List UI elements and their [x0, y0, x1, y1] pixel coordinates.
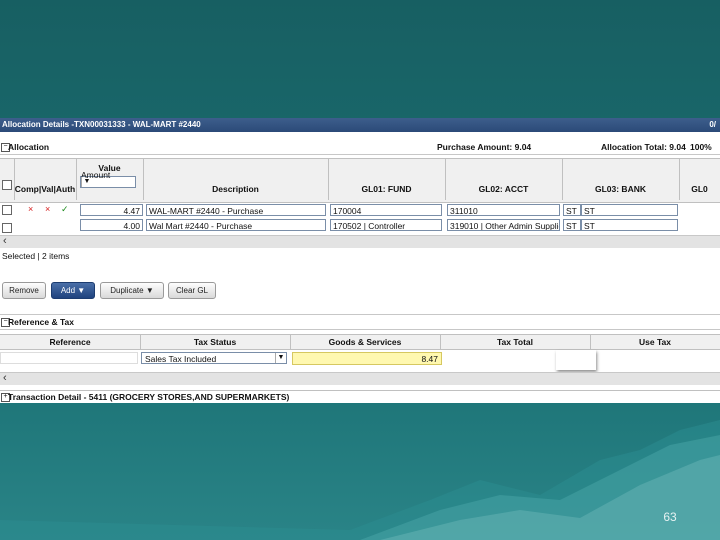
- row-checkbox[interactable]: [2, 223, 12, 233]
- horizontal-scrollbar[interactable]: ‹: [0, 372, 720, 385]
- tax-row[interactable]: Sales Tax Included ▼ 8.47: [0, 350, 720, 368]
- dropdown-popup: [556, 350, 596, 370]
- comp-status-icon: ×: [28, 204, 34, 214]
- row-checkbox[interactable]: [2, 205, 12, 215]
- description-input[interactable]: WAL-MART #2440 - Purchase: [146, 204, 326, 216]
- selection-status: Selected | 2 items: [0, 249, 720, 263]
- value-input[interactable]: 4.00: [80, 219, 143, 231]
- reference-header: Reference: [0, 335, 141, 349]
- window-corner-text: 0/: [709, 120, 716, 129]
- remove-button[interactable]: Remove: [2, 282, 46, 299]
- allocation-percent: 100%: [690, 142, 712, 152]
- description-input[interactable]: Wal Mart #2440 - Purchase: [146, 219, 326, 231]
- allocation-total: Allocation Total: 9.04: [601, 142, 686, 152]
- gl01-input[interactable]: 170502 | Controller: [330, 219, 442, 231]
- allocation-details-window: Allocation Details -TXN00031333 - WAL-MA…: [0, 118, 720, 403]
- add-button[interactable]: Add ▼: [51, 282, 95, 299]
- mountain-graphic: [0, 420, 720, 540]
- gl03-desc-input[interactable]: ST: [581, 204, 678, 216]
- allocation-row[interactable]: × × ✓ 4.47 WAL-MART #2440 - Purchase 170…: [0, 201, 720, 219]
- allocation-grid-header: Comp|Val|Auth Value Amount ▼ Description…: [0, 158, 720, 203]
- gl03-input[interactable]: ST: [563, 204, 581, 216]
- clear-gl-button[interactable]: Clear GL: [168, 282, 216, 299]
- goods-services-header: Goods & Services: [290, 335, 441, 349]
- gl02-input[interactable]: 311010: [447, 204, 560, 216]
- auth-status-icon: ✓: [61, 204, 69, 214]
- gl02-input[interactable]: 319010 | Other Admin Supplies: [447, 219, 560, 231]
- tax-status-select[interactable]: Sales Tax Included ▼: [141, 352, 287, 364]
- gl03-input[interactable]: ST: [563, 219, 581, 231]
- gl01-header: GL01: FUND: [361, 184, 412, 194]
- allocation-section-title: Allocation: [8, 142, 50, 152]
- chevron-down-icon: ▼: [275, 353, 286, 363]
- selected-count: Selected | 2 items: [2, 251, 70, 261]
- scroll-left-icon[interactable]: ‹: [3, 235, 7, 247]
- slide-number: 63: [663, 510, 677, 524]
- tax-grid-header: Reference Tax Status Goods & Services Ta…: [0, 334, 720, 350]
- value-input[interactable]: 4.47: [80, 204, 143, 216]
- chevron-down-icon: ▼: [81, 177, 92, 187]
- description-header: Description: [212, 184, 259, 194]
- gl03-desc-input[interactable]: ST: [581, 219, 678, 231]
- tax-status-header: Tax Status: [140, 335, 291, 349]
- use-tax-header: Use Tax: [639, 337, 671, 347]
- gl01-input[interactable]: 170004: [330, 204, 442, 216]
- purchase-amount: Purchase Amount: 9.04: [437, 142, 532, 152]
- window-title: Allocation Details -TXN00031333 - WAL-MA…: [2, 120, 201, 129]
- gl02-header: GL02: ACCT: [478, 184, 529, 194]
- allocation-section-header: − Allocation Purchase Amount: 9.04 Alloc…: [0, 140, 720, 155]
- gl03-header: GL03: BANK: [594, 184, 646, 194]
- select-all-checkbox[interactable]: [2, 180, 12, 190]
- reference-tax-section-header: − Reference & Tax: [0, 314, 720, 330]
- goods-services-input[interactable]: 8.47: [292, 352, 442, 365]
- allocation-toolbar: Remove Add ▼ Duplicate ▼ Clear GL: [0, 278, 720, 300]
- duplicate-button[interactable]: Duplicate ▼: [100, 282, 164, 299]
- reference-input[interactable]: [0, 352, 138, 364]
- gl0-header: GL0: [691, 184, 708, 194]
- value-type-select[interactable]: Amount ▼: [80, 170, 136, 188]
- tax-status-value: Sales Tax Included: [145, 354, 217, 364]
- transaction-detail-title: Transaction Detail - 5411 (GROCERY STORE…: [8, 392, 290, 402]
- comp-val-auth-header: Comp|Val|Auth: [14, 184, 76, 194]
- reference-tax-section-title: Reference & Tax: [8, 317, 74, 327]
- tax-total-header: Tax Total: [440, 335, 591, 349]
- val-status-icon: ×: [45, 204, 51, 214]
- window-titlebar: Allocation Details -TXN00031333 - WAL-MA…: [0, 118, 720, 132]
- horizontal-scrollbar[interactable]: ‹: [0, 235, 720, 248]
- scroll-left-icon[interactable]: ‹: [3, 372, 7, 384]
- transaction-detail-header: + Transaction Detail - 5411 (GROCERY STO…: [0, 390, 720, 403]
